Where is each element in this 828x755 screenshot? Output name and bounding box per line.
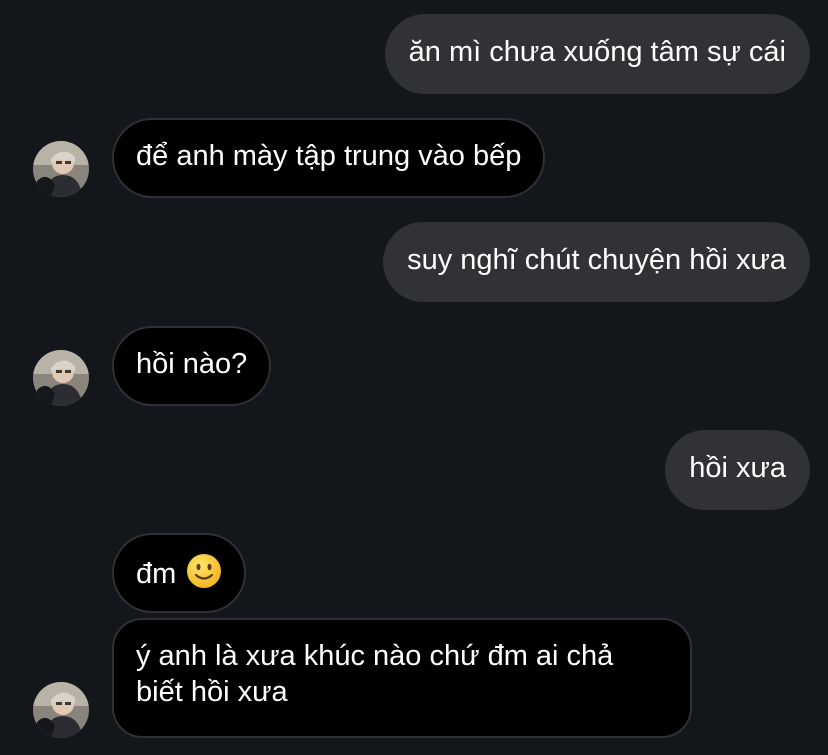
avatar-photo: [33, 141, 89, 197]
message-text: hồi nào?: [136, 348, 248, 380]
contact-avatar[interactable]: [33, 682, 89, 738]
message-text: hồi xưa: [689, 452, 786, 484]
message-text: suy nghĩ chút chuyện hồi xưa: [407, 244, 786, 276]
received-message-bubble[interactable]: ý anh là xưa khúc nào chứ đm ai chả biết…: [112, 618, 692, 738]
chat-thread: { "conversation": { "messages": [ {"send…: [0, 0, 828, 755]
sent-message-bubble[interactable]: suy nghĩ chút chuyện hồi xưa: [383, 222, 810, 302]
avatar-photo: [33, 682, 89, 738]
message-text: ý anh là xưa khúc nào chứ đm ai chả biết…: [136, 640, 614, 708]
contact-avatar[interactable]: [33, 141, 89, 197]
avatar-photo: [33, 350, 89, 406]
contact-avatar[interactable]: [33, 350, 89, 406]
message-text: ăn mì chưa xuống tâm sự cái: [408, 36, 786, 68]
message-text: để anh mày tập trung vào bếp: [136, 140, 522, 172]
message-text: đm: [136, 558, 177, 590]
received-message-bubble[interactable]: đm: [112, 533, 247, 613]
received-message-bubble[interactable]: để anh mày tập trung vào bếp: [112, 118, 546, 198]
sent-message-bubble[interactable]: ăn mì chưa xuống tâm sự cái: [384, 14, 810, 94]
received-message-bubble[interactable]: hồi nào?: [112, 326, 272, 406]
slightly-smiling-face-icon: [186, 553, 222, 589]
sent-message-bubble[interactable]: hồi xưa: [665, 430, 810, 510]
